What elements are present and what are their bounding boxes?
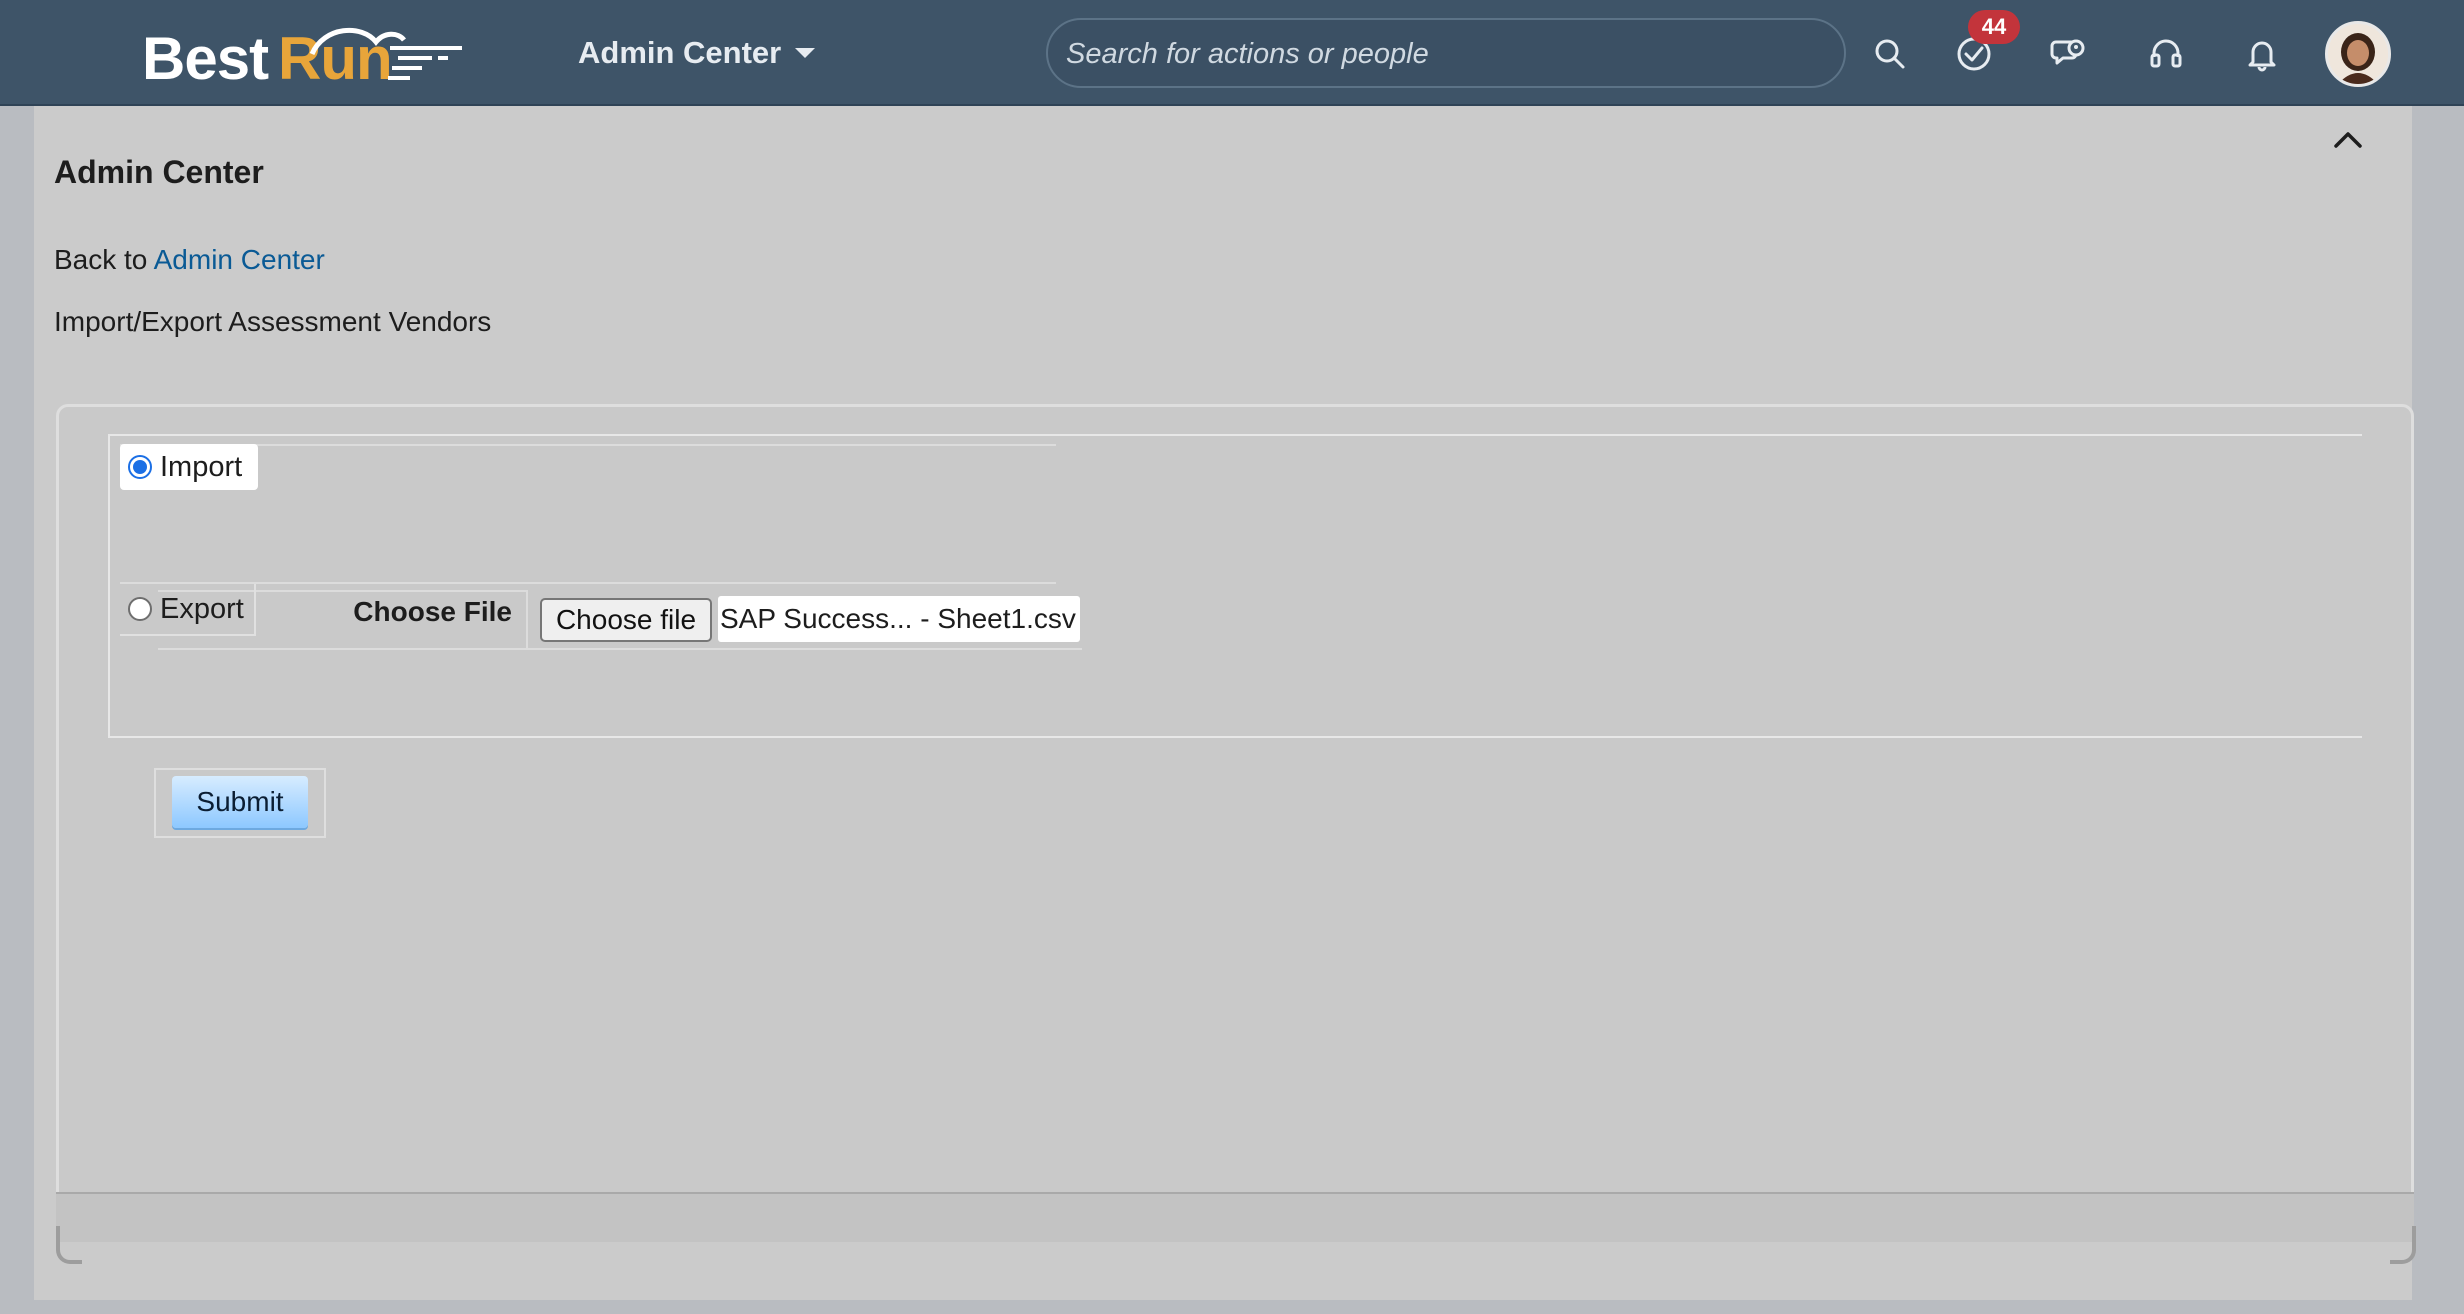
admin-center-menu[interactable]: Admin Center xyxy=(578,28,816,78)
search-box[interactable] xyxy=(1046,18,1846,88)
todo-count-badge: 44 xyxy=(1968,10,2020,44)
admin-center-menu-label: Admin Center xyxy=(578,35,782,70)
search-button[interactable] xyxy=(1862,26,1918,82)
search-icon xyxy=(1875,39,1905,69)
logo-swoosh-icon xyxy=(309,27,462,80)
panel-corner-right xyxy=(2390,1226,2416,1264)
bell-icon xyxy=(2248,41,2276,72)
export-option[interactable]: Export xyxy=(120,584,256,636)
bestrun-logo[interactable]: Best Run xyxy=(142,18,462,92)
chevron-up-icon xyxy=(2334,132,2362,148)
panel-footer xyxy=(56,1192,2414,1242)
back-prefix-text: Back to xyxy=(54,244,148,275)
user-avatar[interactable] xyxy=(2325,21,2391,87)
import-label: Import xyxy=(160,450,243,483)
notifications-button[interactable] xyxy=(2234,26,2290,82)
support-button[interactable] xyxy=(2138,26,2194,82)
user-photo-icon xyxy=(2328,24,2388,84)
shell-header: Best Run Admin Center 44 xyxy=(0,0,2464,106)
page-content: Admin Center Back to Admin Center Import… xyxy=(34,106,2416,1300)
chat-button[interactable] xyxy=(2042,26,2098,82)
chevron-down-icon xyxy=(795,48,816,58)
collapse-header-button[interactable] xyxy=(2326,120,2370,160)
page-title: Admin Center xyxy=(54,154,264,190)
import-option[interactable]: Import xyxy=(120,444,259,490)
headset-icon xyxy=(2150,39,2182,68)
export-radio[interactable] xyxy=(128,597,152,621)
search-input[interactable] xyxy=(1064,20,1828,88)
page-subtitle: Import/Export Assessment Vendors xyxy=(54,306,492,337)
selected-file-name: SAP Success... - Sheet1.csv xyxy=(718,596,1080,642)
admin-center-link[interactable]: Admin Center xyxy=(154,244,325,275)
logo-text-best: Best xyxy=(142,25,269,92)
choose-file-button[interactable]: Choose file xyxy=(540,598,712,642)
import-radio[interactable] xyxy=(128,455,152,479)
panel-corner-left xyxy=(56,1226,82,1264)
export-label: Export xyxy=(160,592,244,625)
chat-icon xyxy=(2050,39,2085,65)
import-group xyxy=(120,444,1056,584)
submit-button[interactable]: Submit xyxy=(172,776,308,828)
breadcrumb: Back to Admin Center xyxy=(54,244,325,276)
